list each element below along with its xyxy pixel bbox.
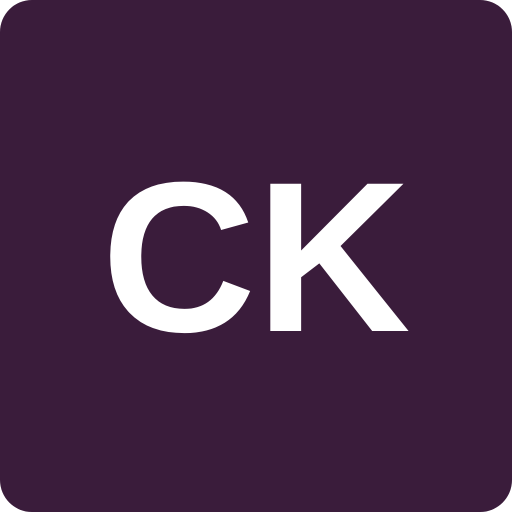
avatar-initials: CK (101, 138, 411, 377)
avatar: CK (0, 0, 512, 512)
